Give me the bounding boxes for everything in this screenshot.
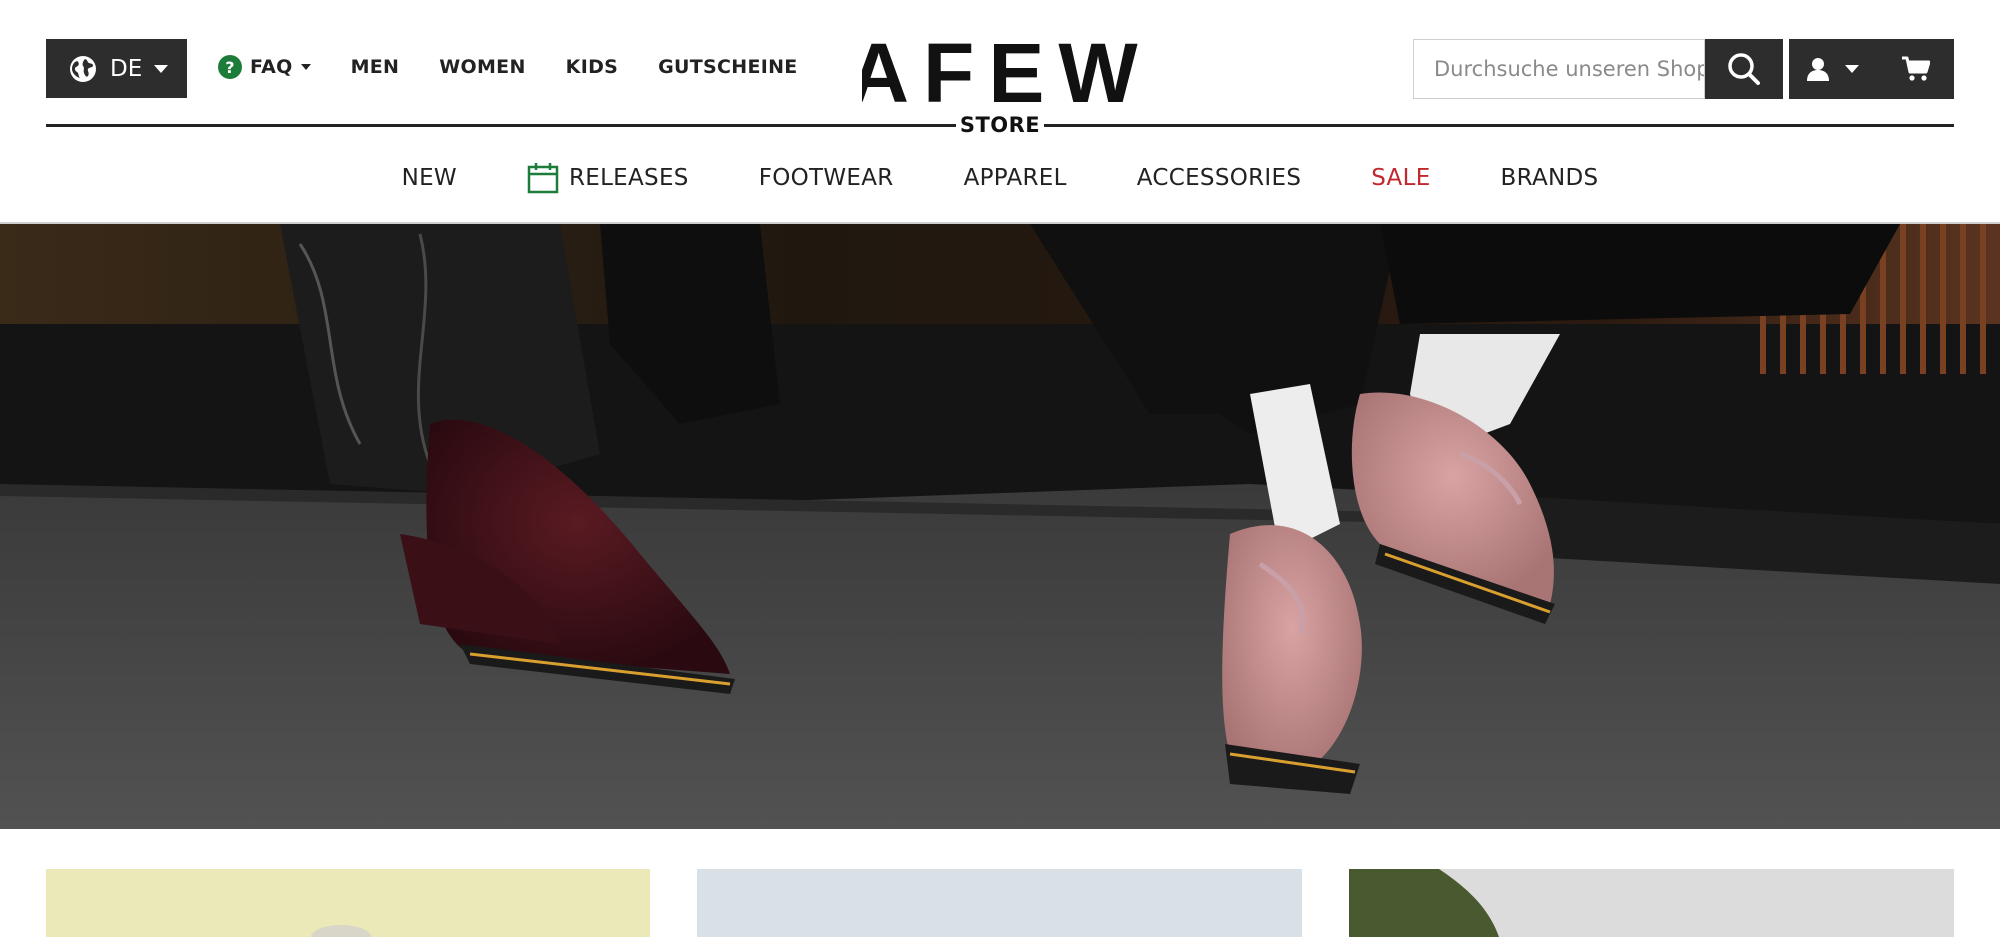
nav-apparel[interactable]: APPAREL [964, 165, 1067, 191]
nav-releases-label: RELEASES [568, 165, 689, 191]
top-nav-gutscheine[interactable]: GUTSCHEINE [658, 56, 797, 78]
top-nav-women[interactable]: WOMEN [439, 56, 525, 78]
search-field[interactable] [1413, 39, 1705, 99]
chevron-down-icon [300, 64, 311, 70]
top-nav-men[interactable]: MEN [351, 56, 400, 78]
top-nav-faq[interactable]: ? FAQ [218, 55, 311, 79]
nav-sale[interactable]: SALE [1371, 165, 1430, 191]
search-icon [1728, 53, 1760, 85]
calendar-icon [527, 163, 559, 194]
tile-image [311, 925, 371, 937]
user-icon [1807, 58, 1829, 81]
chevron-down-icon [1845, 65, 1859, 73]
account-button[interactable] [1789, 39, 1877, 99]
tile-image [697, 869, 1302, 937]
search-button[interactable] [1705, 39, 1783, 99]
nav-brands[interactable]: BRANDS [1501, 165, 1599, 191]
language-selector[interactable]: DE [46, 39, 187, 98]
tile-image [1349, 869, 1499, 937]
hero-banner[interactable] [0, 224, 2000, 829]
category-tile[interactable] [697, 869, 1302, 937]
main-nav: NEW RELEASES FOOTWEAR APPAREL ACCESSORIE… [0, 158, 2000, 198]
header-divider-right [1044, 124, 1954, 127]
category-tile[interactable] [46, 869, 650, 937]
account-cart-group [1789, 39, 1954, 99]
language-label: DE [110, 55, 143, 82]
nav-releases[interactable]: RELEASES [527, 162, 689, 194]
afew-logo[interactable]: AFEW [862, 34, 1138, 110]
search-input[interactable] [1414, 40, 1704, 98]
category-tile[interactable] [1349, 869, 1954, 937]
nav-footwear[interactable]: FOOTWEAR [759, 165, 894, 191]
cart-icon [1902, 56, 1930, 81]
top-nav: ? FAQ MEN WOMEN KIDS GUTSCHEINE [218, 52, 798, 82]
nav-accessories[interactable]: ACCESSORIES [1137, 165, 1301, 191]
chevron-down-icon [154, 64, 169, 73]
cart-button[interactable] [1881, 39, 1951, 99]
globe-icon [70, 55, 96, 82]
logo-store-label: STORE [959, 113, 1041, 137]
question-icon: ? [218, 55, 242, 79]
site-header: DE ? FAQ MEN WOMEN KIDS GUTSCHEINE AFEW … [0, 0, 2000, 224]
logo-text: AFEW [862, 34, 1138, 110]
header-divider-left [46, 124, 956, 127]
hero-image [0, 224, 2000, 829]
top-nav-faq-label: FAQ [250, 56, 293, 78]
top-nav-kids[interactable]: KIDS [566, 56, 618, 78]
nav-new[interactable]: NEW [402, 165, 457, 191]
